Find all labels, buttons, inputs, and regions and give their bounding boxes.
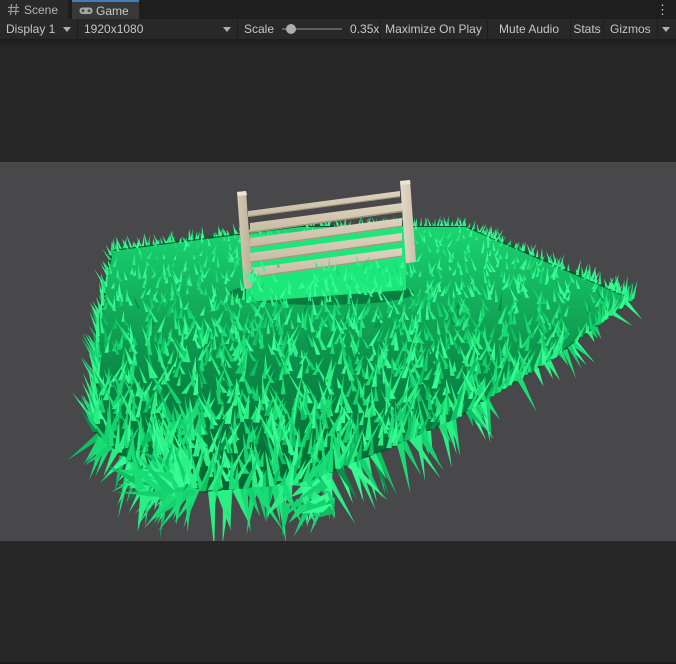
display-dropdown-label: Display 1	[6, 22, 56, 36]
tab-scene[interactable]: Scene	[0, 0, 69, 19]
resolution-dropdown-label: 1920x1080	[84, 22, 144, 36]
scale-knob[interactable]	[286, 24, 297, 34]
rendered-scene	[0, 162, 676, 541]
stats-label: Stats	[573, 22, 601, 36]
gamepad-icon	[79, 4, 93, 17]
tab-game-label: Game	[96, 3, 129, 18]
divider	[656, 19, 658, 39]
chevron-down-icon	[223, 26, 231, 32]
chevron-down-icon	[63, 26, 71, 32]
gizmos-dropdown[interactable]: Gizmos	[604, 19, 676, 39]
game-view-toolbar: Display 1 1920x1080 Scale 0.35x Maximize…	[0, 19, 676, 40]
kebab-menu-icon[interactable]: ⋮	[649, 0, 676, 19]
scale-slider[interactable]	[282, 23, 343, 35]
stats-button[interactable]: Stats	[571, 19, 604, 39]
game-render-area	[0, 40, 676, 662]
mute-audio-button[interactable]: Mute Audio	[488, 19, 571, 39]
letterbox-bottom	[0, 541, 676, 662]
gizmos-label: Gizmos	[610, 22, 651, 36]
unity-game-view-panel: Scene Game ⋮ Display 1 1920x1080 Scale 0…	[0, 0, 676, 664]
scale-value: 0.35x	[350, 22, 380, 36]
maximize-on-play-label: Maximize On Play	[385, 22, 482, 36]
mute-audio-label: Mute Audio	[498, 22, 560, 36]
game-viewport[interactable]	[0, 162, 676, 541]
tab-game[interactable]: Game	[72, 0, 139, 19]
scene-grid-icon	[7, 3, 20, 16]
chevron-down-icon	[661, 26, 670, 32]
tab-bar: Scene Game ⋮	[0, 0, 676, 19]
letterbox-top	[0, 40, 676, 162]
tab-scene-label: Scene	[24, 2, 59, 17]
display-dropdown[interactable]: Display 1	[0, 19, 78, 39]
resolution-dropdown[interactable]: 1920x1080	[78, 19, 238, 39]
scale-label: Scale	[244, 22, 275, 36]
maximize-on-play-button[interactable]: Maximize On Play	[380, 19, 488, 39]
scale-control: Scale 0.35x	[238, 19, 380, 39]
